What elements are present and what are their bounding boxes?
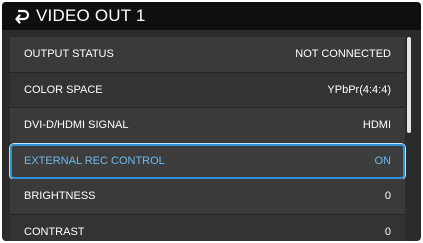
menu-item-label: COLOR SPACE bbox=[24, 83, 103, 96]
menu-item-value: NOT CONNECTED bbox=[295, 48, 391, 61]
menu-item-value: YPbPr(4:4:4) bbox=[327, 83, 391, 96]
menu-item-value: 0 bbox=[384, 190, 391, 203]
menu-item-dvi-hdmi-signal[interactable]: DVI-D/HDMI SIGNAL HDMI bbox=[10, 108, 405, 144]
menu-item-value: ON bbox=[374, 155, 392, 168]
menu-item-label: BRIGHTNESS bbox=[24, 190, 96, 203]
scrollbar[interactable] bbox=[407, 37, 411, 237]
menu-item-contrast[interactable]: CONTRAST 0 bbox=[10, 214, 405, 241]
page-title: VIDEO OUT 1 bbox=[36, 6, 146, 25]
menu-list: OUTPUT STATUS NOT CONNECTED COLOR SPACE … bbox=[10, 37, 405, 241]
menu-item-label: EXTERNAL REC CONTROL bbox=[24, 155, 165, 168]
menu-item-output-status[interactable]: OUTPUT STATUS NOT CONNECTED bbox=[10, 37, 405, 73]
menu-item-label: DVI-D/HDMI SIGNAL bbox=[24, 119, 129, 132]
menu-item-label: CONTRAST bbox=[24, 225, 85, 238]
menu-item-external-rec-control[interactable]: EXTERNAL REC CONTROL ON bbox=[10, 143, 405, 179]
menu-item-value: HDMI bbox=[362, 119, 391, 132]
scrollbar-thumb[interactable] bbox=[407, 37, 411, 133]
header-bar: VIDEO OUT 1 bbox=[2, 2, 421, 30]
menu-item-value: 0 bbox=[384, 225, 391, 238]
return-arrow-icon[interactable] bbox=[12, 6, 32, 26]
menu-item-label: OUTPUT STATUS bbox=[24, 48, 114, 61]
menu-item-brightness[interactable]: BRIGHTNESS 0 bbox=[10, 179, 405, 215]
menu-screen: VIDEO OUT 1 OUTPUT STATUS NOT CONNECTED … bbox=[2, 2, 421, 241]
menu-item-color-space[interactable]: COLOR SPACE YPbPr(4:4:4) bbox=[10, 72, 405, 108]
